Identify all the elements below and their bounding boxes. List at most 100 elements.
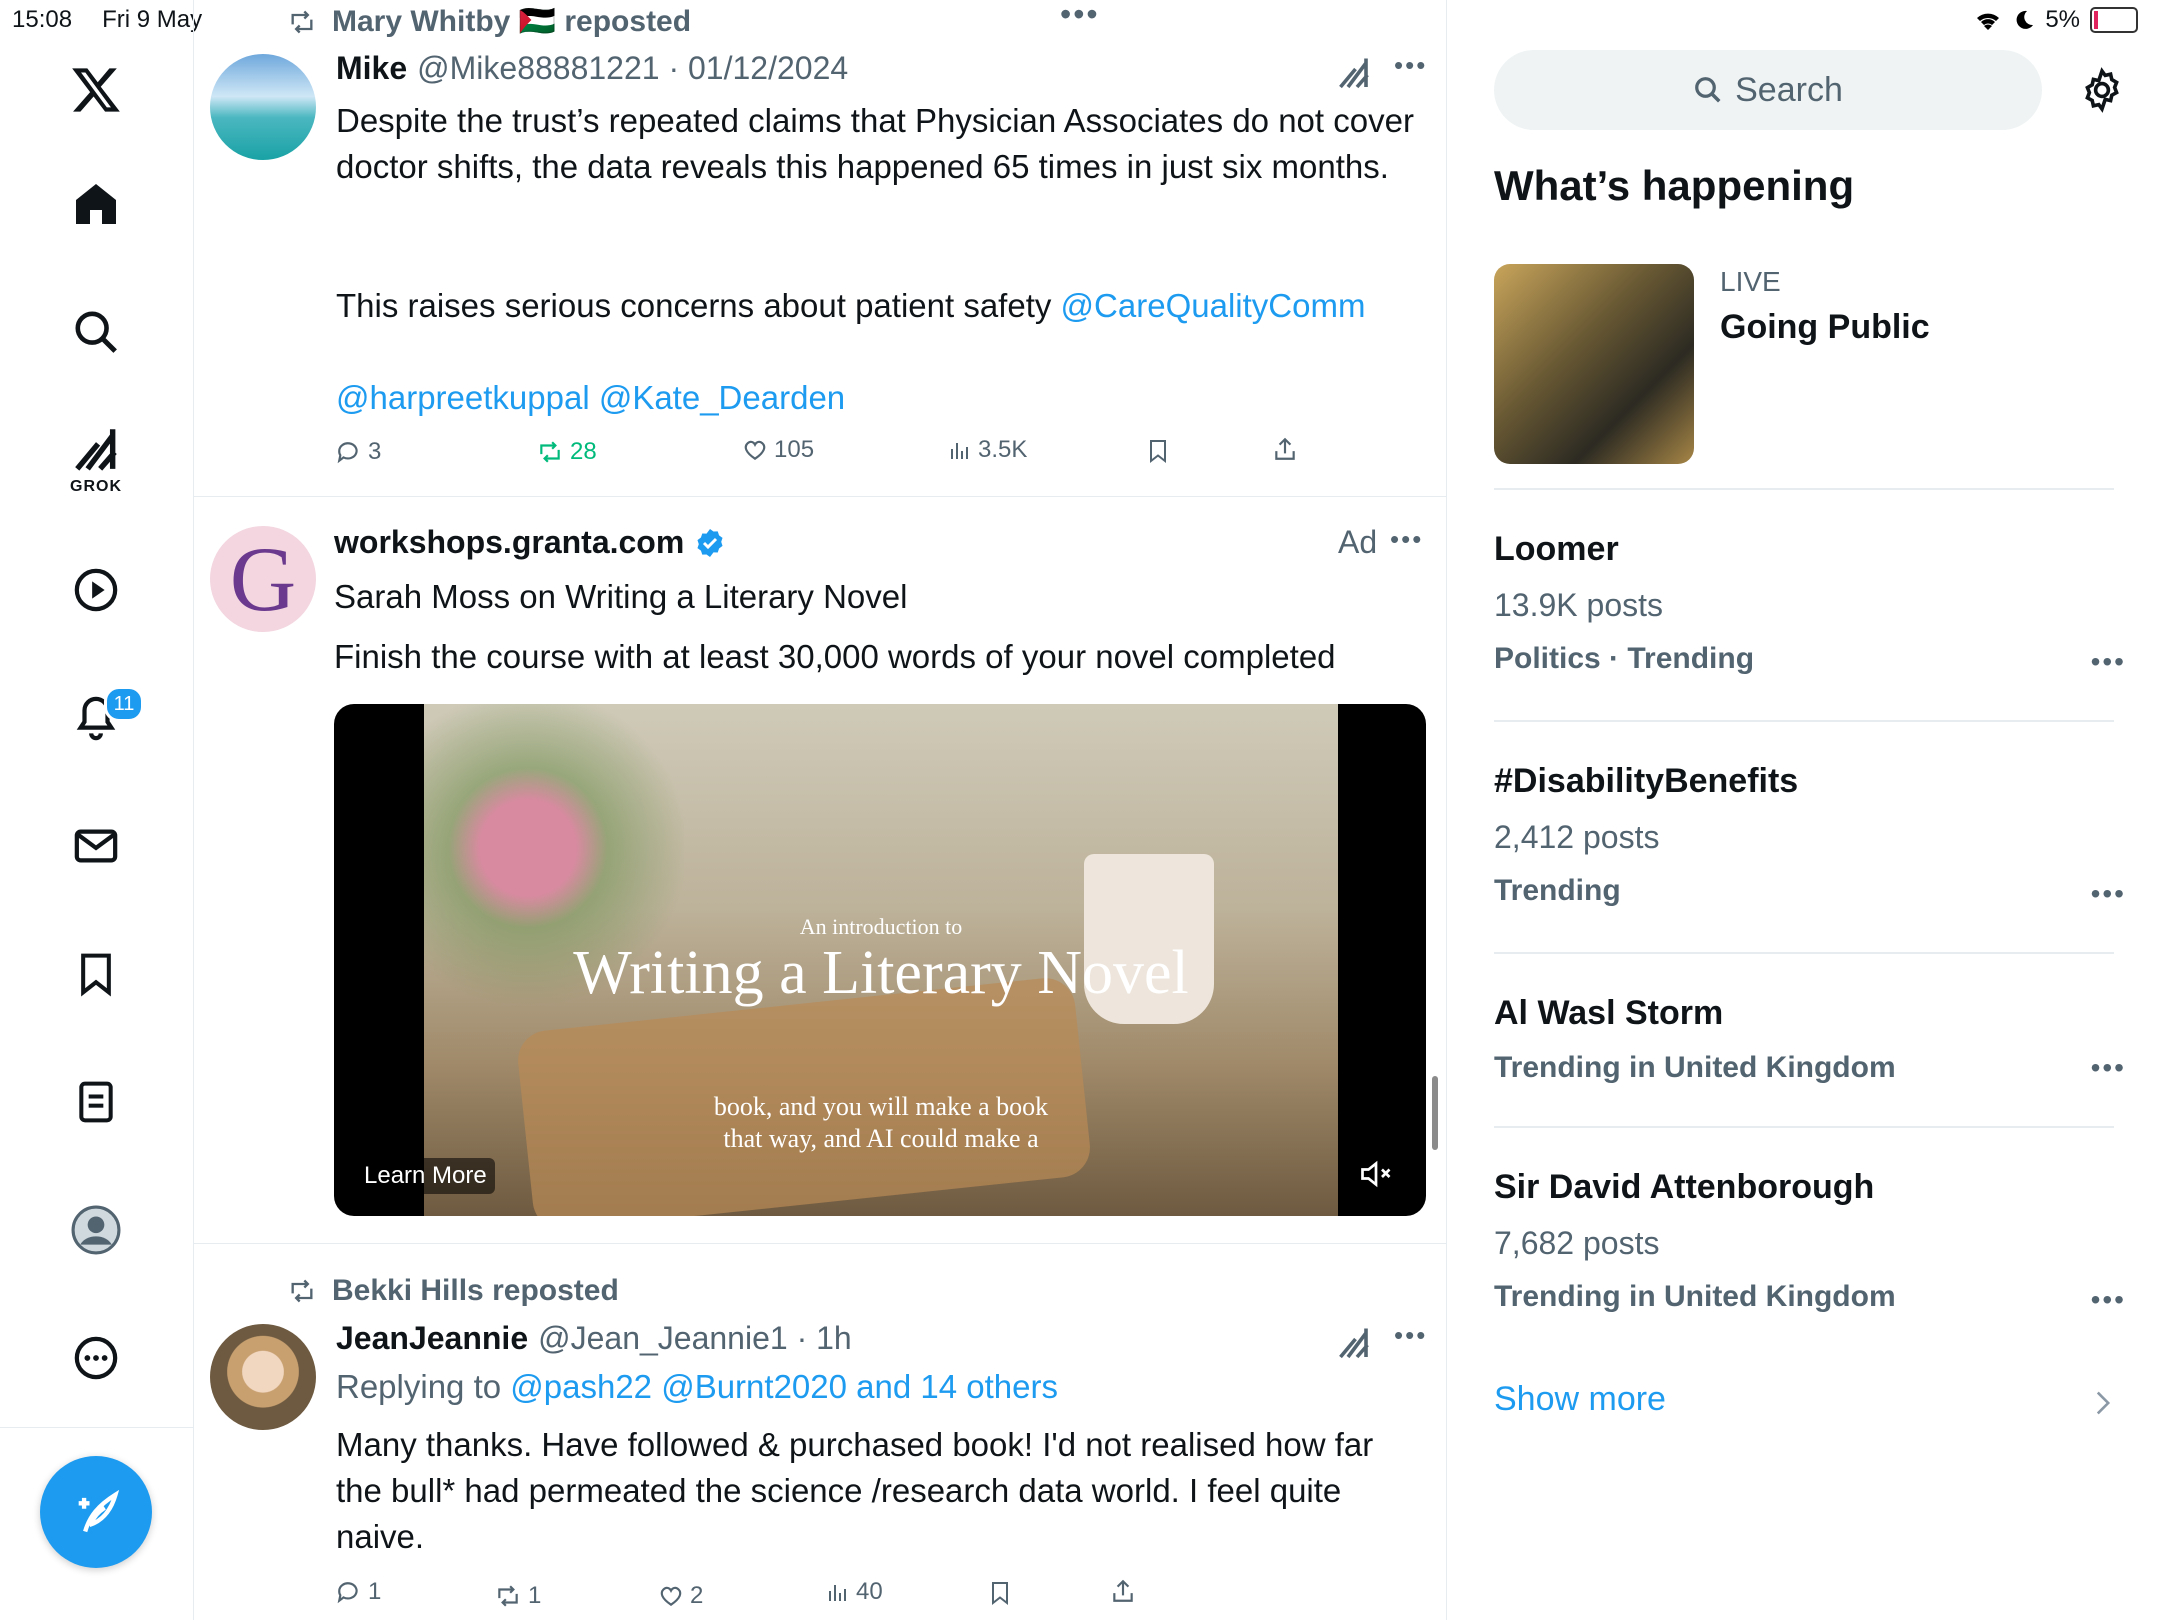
wifi-icon <box>1977 13 2000 30</box>
tweet2-bookmark-button[interactable] <box>988 1580 1012 1606</box>
compose-post-button[interactable] <box>40 1456 152 1568</box>
search-bar[interactable]: Search <box>1494 50 2042 130</box>
ad-video-caption2: that way, and AI could make a <box>723 1124 1039 1153</box>
live-event-thumbnail[interactable] <box>1494 264 1694 464</box>
grok-icon[interactable] <box>68 420 124 476</box>
x-logo-icon[interactable] <box>68 62 124 118</box>
search-icon[interactable] <box>68 304 124 360</box>
nav-divider <box>0 1427 193 1428</box>
tweet1-views-button[interactable]: 3.5K <box>948 436 1027 464</box>
trend-posts: 7,682 posts <box>1494 1225 1660 1261</box>
tweet1-share-button[interactable] <box>1272 436 1298 462</box>
status-right: 5% <box>1973 6 2138 34</box>
trend-more-icon[interactable]: ••• <box>2091 1052 2126 1084</box>
tweet2-replying-mentions[interactable]: @pash22 @Burnt2020 and 14 others <box>510 1368 1058 1405</box>
mike-avatar[interactable] <box>210 54 316 160</box>
trend-item-disability-benefits[interactable]: #DisabilityBenefits 2,412 posts Trending… <box>1494 762 2124 909</box>
timeline-feed: ••• Mary Whitby 🇵🇸 reposted Mike @Mike88… <box>194 0 1447 1620</box>
sidebar-divider <box>1494 952 2114 954</box>
tweet1-text-p2-body: This raises serious concerns about patie… <box>336 287 1061 324</box>
tweet1-more-icon[interactable]: ••• <box>1394 50 1427 81</box>
live-event-title[interactable]: Going Public <box>1720 308 1930 347</box>
feed-top-more-icon[interactable]: ••• <box>1060 0 1100 33</box>
sidebar-divider <box>1494 1126 2114 1128</box>
battery-icon <box>2090 7 2138 33</box>
tweet2-more-icon[interactable]: ••• <box>1394 1320 1427 1351</box>
tweet1-mention-cqc[interactable]: @CareQualityComm <box>1061 287 1366 324</box>
tweet1-text-p1: Despite the trust’s repeated claims that… <box>336 102 1414 185</box>
battery-percent: 5% <box>2045 6 2080 33</box>
ad-video-title: Writing a Literary Novel <box>573 939 1189 1007</box>
tweet1-bookmark-button[interactable] <box>1146 438 1170 464</box>
views-chart-icon <box>951 443 968 459</box>
tweet2-reply-button[interactable]: 1 <box>336 1578 381 1606</box>
tweet2-views-count: 40 <box>856 1578 883 1605</box>
tweet2-share-button[interactable] <box>1110 1578 1136 1604</box>
granta-avatar[interactable]: G <box>210 526 316 632</box>
learn-more-button[interactable]: Learn More <box>356 1158 495 1194</box>
tweet2-grok-icon[interactable] <box>1336 1324 1372 1360</box>
profile-avatar-icon[interactable] <box>68 1202 124 1258</box>
scrollbar-thumb[interactable] <box>1432 1076 1438 1150</box>
ad-video-scene: An introduction to Writing a Literary No… <box>424 704 1338 1216</box>
bookmark-icon <box>1150 440 1166 464</box>
ad-video[interactable]: An introduction to Writing a Literary No… <box>334 704 1426 1216</box>
settings-gear-icon[interactable] <box>2078 66 2126 114</box>
tweet1-handle-date[interactable]: @Mike88881221 · 01/12/2024 <box>417 50 848 87</box>
repost-icon <box>291 10 313 33</box>
ad-label: Ad <box>1338 524 1378 560</box>
lists-icon[interactable] <box>68 1074 124 1130</box>
repost-icon <box>291 1279 313 1303</box>
bookmark-icon <box>992 1582 1008 1606</box>
search-icon <box>1695 77 1721 103</box>
bookmarks-icon[interactable] <box>68 946 124 1002</box>
tweet1-reply-button[interactable]: 3 <box>336 438 381 466</box>
tweet2-header: JeanJeannie @Jean_Jeannie1 · 1h <box>336 1320 852 1357</box>
trend-more-icon[interactable]: ••• <box>2091 878 2126 910</box>
compose-feather-icon <box>78 1489 120 1533</box>
tweet1-mentions[interactable]: @harpreetkuppal @Kate_Dearden <box>336 375 845 421</box>
heart-icon <box>660 1586 682 1606</box>
tweet2-views-button[interactable]: 40 <box>826 1578 883 1606</box>
trend-title: Al Wasl Storm <box>1494 994 1724 1032</box>
trend-item-al-wasl-storm[interactable]: Al Wasl Storm Trending in United Kingdom… <box>1494 994 2124 1085</box>
show-more-link[interactable]: Show more <box>1494 1380 1666 1419</box>
heart-icon <box>744 440 766 460</box>
ad-header: workshops.granta.com <box>334 524 726 561</box>
tweet2-repost-button[interactable]: 1 <box>494 1582 541 1610</box>
ad-video-caption1: book, and you will make a book <box>713 1092 1049 1121</box>
trend-posts: 2,412 posts <box>1494 819 1660 855</box>
sidebar-divider <box>1494 488 2114 490</box>
jeanjeannie-avatar[interactable] <box>210 1324 316 1430</box>
tweet2-author-name[interactable]: JeanJeannie <box>336 1320 528 1357</box>
more-options-icon[interactable] <box>68 1330 124 1386</box>
messages-envelope-icon[interactable] <box>68 818 124 874</box>
views-chart-icon <box>829 1585 846 1601</box>
trend-more-icon[interactable]: ••• <box>2091 646 2126 678</box>
chevron-right-icon <box>2094 1390 2112 1416</box>
tweet-separator <box>194 496 1446 497</box>
tweet1-author-name[interactable]: Mike <box>336 50 407 87</box>
live-label: LIVE <box>1720 266 1781 297</box>
trend-more-icon[interactable]: ••• <box>2091 1284 2126 1316</box>
tweet1-like-button[interactable]: 105 <box>742 436 814 464</box>
repost-icon <box>540 441 560 463</box>
tweet1-text-p2: This raises serious concerns about patie… <box>336 283 1426 329</box>
trend-item-loomer[interactable]: Loomer 13.9K posts Politics · Trending •… <box>1494 530 2124 677</box>
ad-body: Finish the course with at least 30,000 w… <box>334 638 1336 675</box>
mute-icon[interactable] <box>1358 1156 1394 1192</box>
notifications-badge: 11 <box>104 686 144 722</box>
tweet2-handle-time[interactable]: @Jean_Jeannie1 · 1h <box>538 1320 852 1357</box>
ad-author-name[interactable]: workshops.granta.com <box>334 524 684 561</box>
tweet1-grok-icon[interactable] <box>1336 54 1372 90</box>
verified-badge-icon <box>697 528 723 557</box>
trend-item-david-attenborough[interactable]: Sir David Attenborough 7,682 posts Trend… <box>1494 1168 2124 1315</box>
ad-more-icon[interactable]: ••• <box>1390 524 1423 555</box>
tweet1-repost-button[interactable]: 28 <box>536 438 597 466</box>
home-icon[interactable] <box>68 176 124 232</box>
repost-icon <box>498 1585 518 1607</box>
reply-icon <box>337 1582 358 1604</box>
ad-title: Sarah Moss on Writing a Literary Novel <box>334 578 908 615</box>
video-icon[interactable] <box>68 562 124 618</box>
tweet2-like-button[interactable]: 2 <box>658 1582 703 1610</box>
